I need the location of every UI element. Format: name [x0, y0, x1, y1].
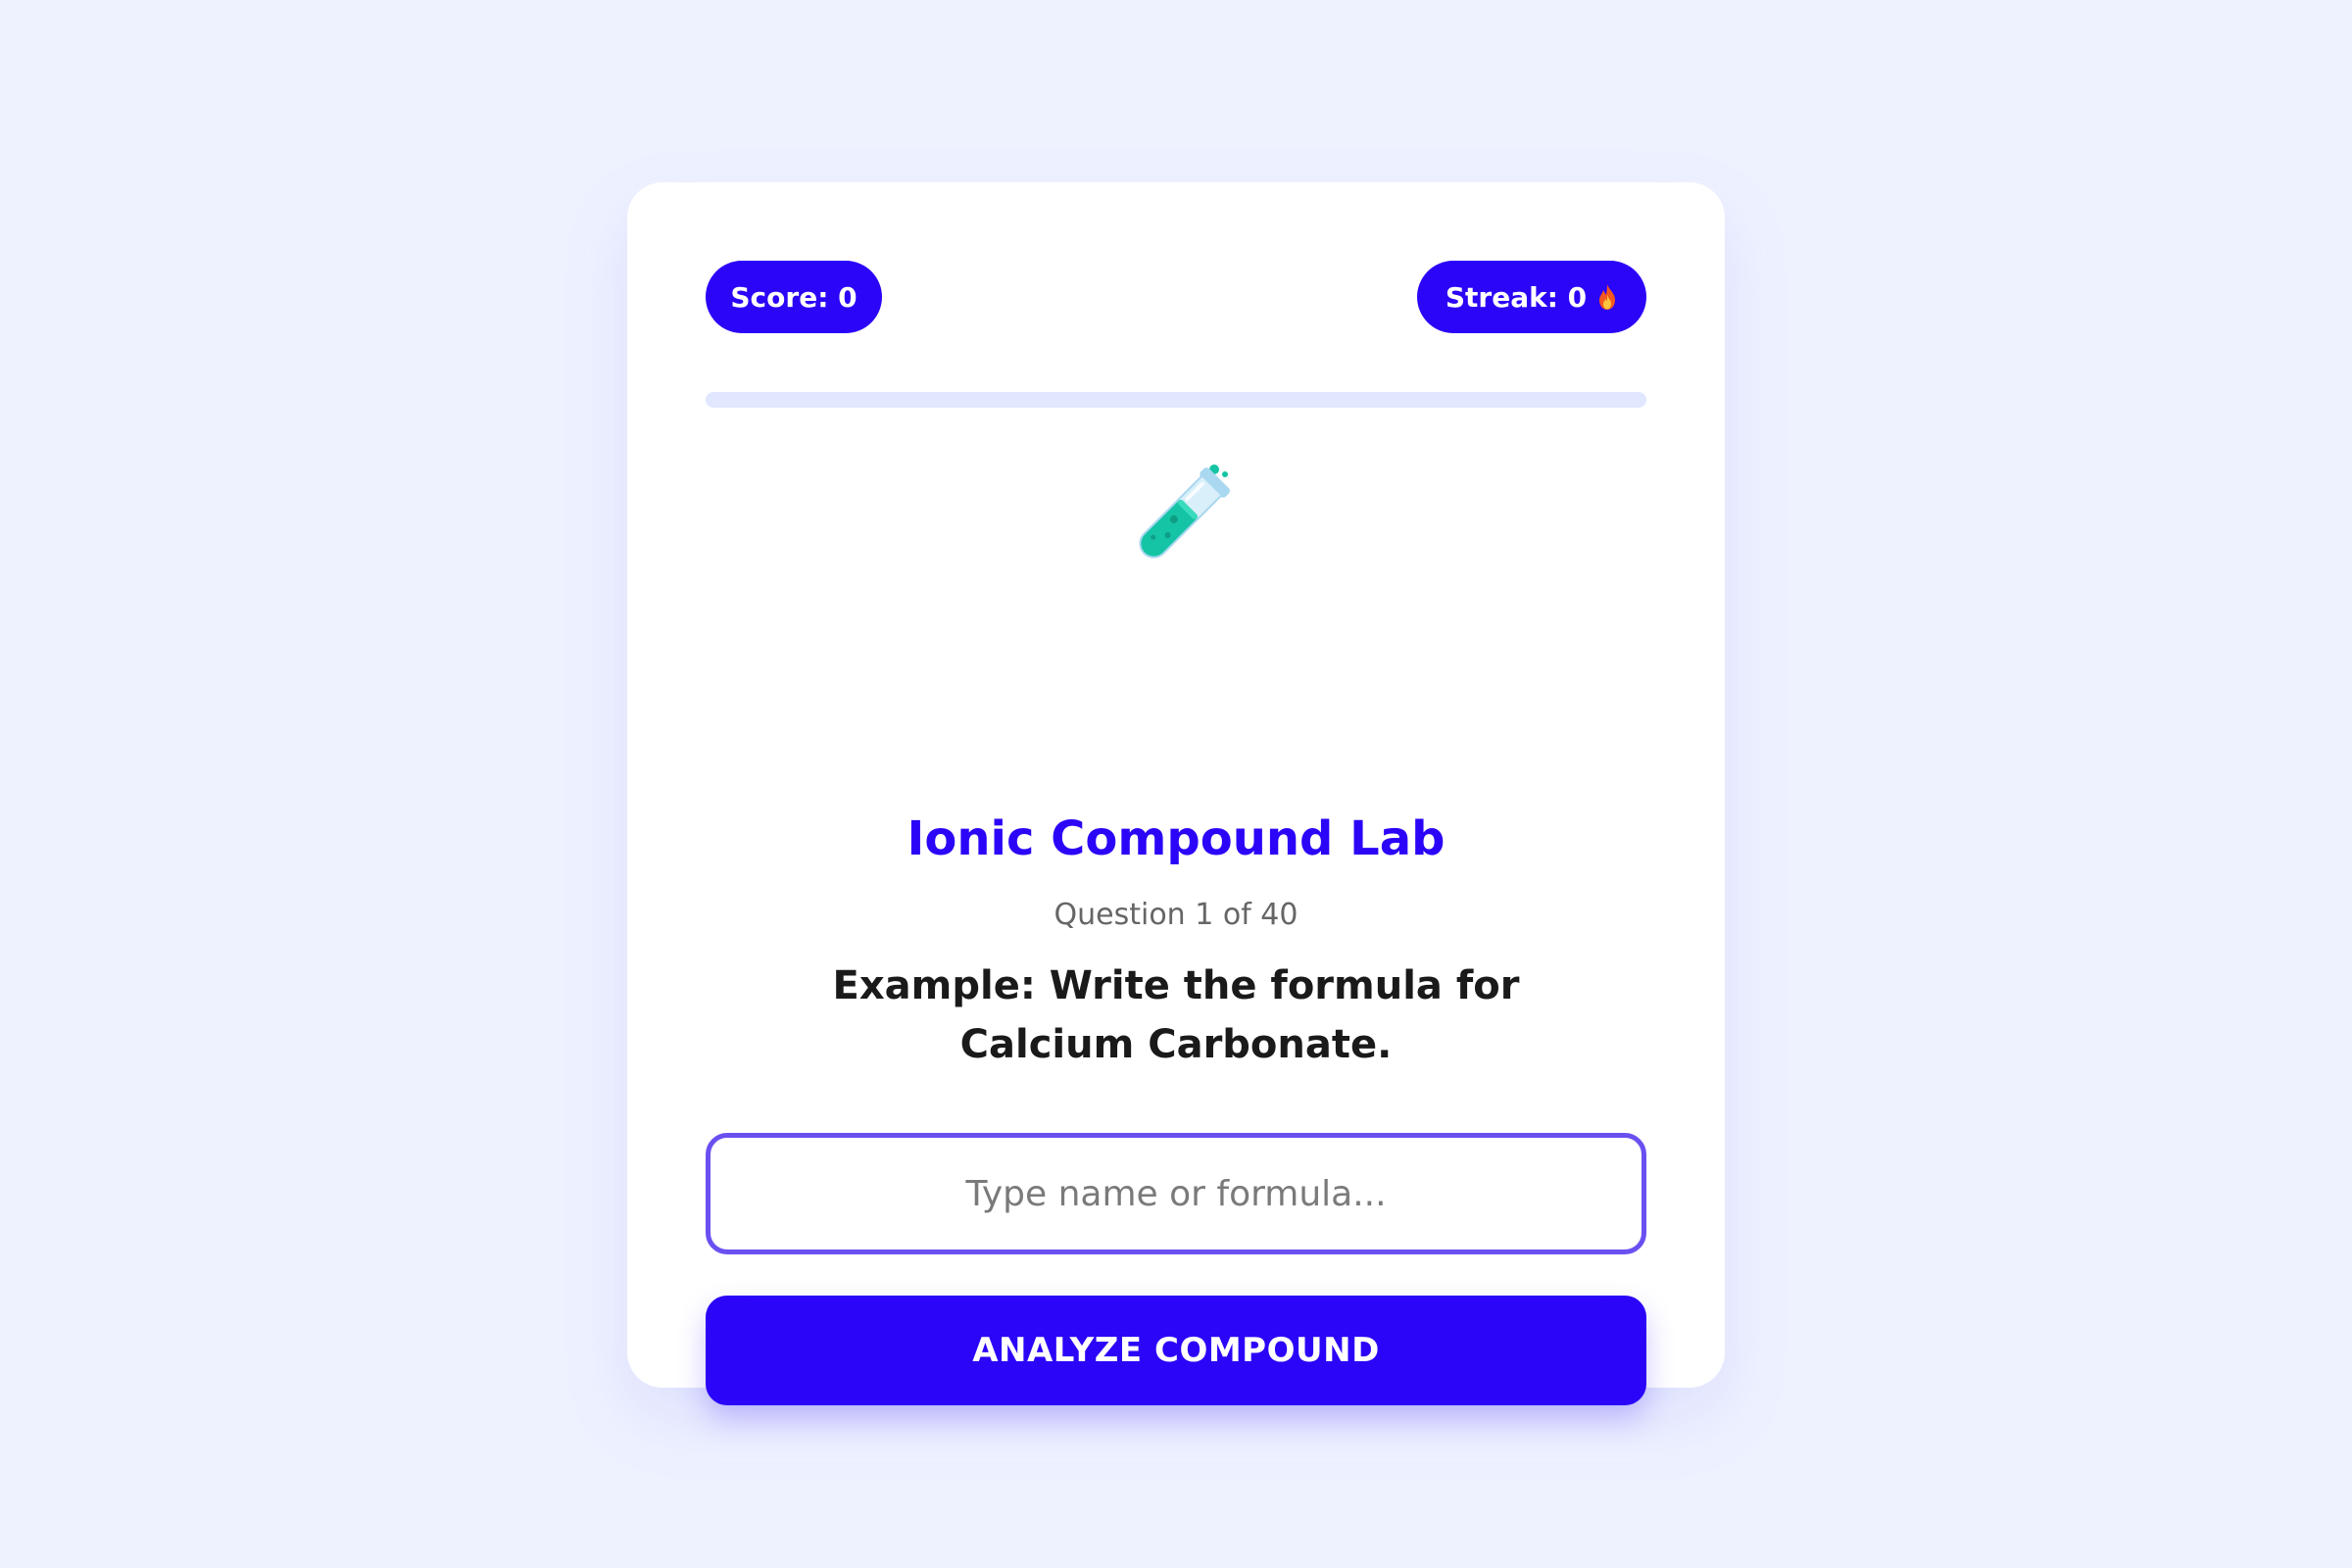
- test-tube-icon: [1119, 461, 1233, 574]
- quiz-card: Score: 0 Streak: 0 Ionic Compound Lab Qu…: [627, 182, 1725, 1405]
- streak-badge: Streak: 0: [1417, 261, 1646, 333]
- question-text: Example: Write the formula for Calcium C…: [832, 963, 1520, 1067]
- progress-bar: [706, 392, 1646, 408]
- page-title: Ionic Compound Lab: [906, 811, 1446, 866]
- score-label: Score: 0: [730, 280, 858, 314]
- score-badge: Score: 0: [706, 261, 882, 333]
- answer-input[interactable]: [706, 1133, 1646, 1254]
- streak-label: Streak: 0: [1445, 280, 1588, 314]
- fire-icon: [1596, 283, 1618, 311]
- analyze-compound-button[interactable]: ANALYZE COMPOUND: [706, 1296, 1646, 1405]
- question-counter: Question 1 of 40: [1054, 898, 1298, 932]
